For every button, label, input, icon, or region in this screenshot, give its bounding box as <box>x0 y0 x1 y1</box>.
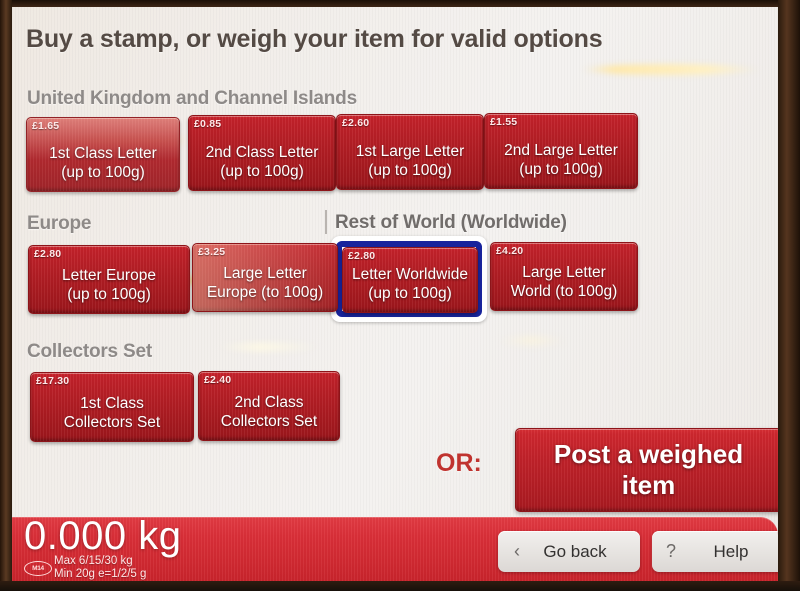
screen-glare-reflection <box>217 343 321 351</box>
stamp-label-line1: Letter Europe <box>62 267 156 284</box>
section-heading-europe: Europe <box>27 213 92 234</box>
scale-spec-max: Max 6/15/30 kg <box>54 555 133 567</box>
section-heading-rest-of-world: Rest of World (Worldwide) <box>335 212 567 233</box>
stamp-label-line2: (up to 100g) <box>368 285 452 302</box>
status-bar: 0.000 kg M14 Max 6/15/30 kg Min 20g e=1/… <box>12 517 778 581</box>
stamp-label-line2: (up to 100g) <box>368 162 452 179</box>
metrology-badge-icon: M14 <box>24 561 52 576</box>
post-a-weighed-item-button[interactable]: Post a weighed item <box>515 428 778 512</box>
stamp-label-line2: Collectors Set <box>63 414 161 431</box>
monitor-bezel-top <box>0 0 800 7</box>
section-divider <box>325 210 327 234</box>
go-back-button[interactable]: ‹ Go back <box>498 531 640 572</box>
stamp-price: £2.40 <box>204 374 232 386</box>
page-title: Buy a stamp, or weigh your item for vali… <box>26 25 603 53</box>
stamp-button-letter-worldwide[interactable]: £2.80 Letter Worldwide (up to 100g) <box>342 247 478 313</box>
scale-spec-min: Min 20g e=1/2/5 g <box>54 568 147 580</box>
stamp-label: 1st Class Letter (up to 100g) <box>27 144 179 182</box>
stamp-price: £2.80 <box>348 250 376 262</box>
stamp-label-line2: (up to 100g) <box>61 164 145 181</box>
scale-specification-text: Max 6/15/30 kg Min 20g e=1/2/5 g <box>54 555 146 581</box>
stamp-price: £1.55 <box>490 116 518 128</box>
stamp-label-line1: 2nd Large Letter <box>504 142 618 159</box>
stamp-label: 1st Large Letter (up to 100g) <box>337 142 483 180</box>
stamp-label-line2: (up to 100g) <box>220 163 304 180</box>
stamp-price: £0.85 <box>194 118 222 130</box>
post-weighed-item-label: Post a weighed item <box>516 429 778 511</box>
go-back-label: Go back <box>543 541 607 561</box>
stamp-button-large-letter-world[interactable]: £4.20 Large Letter World (to 100g) <box>490 242 638 311</box>
monitor-bezel-right <box>778 0 800 591</box>
stamp-label-line1: Letter Worldwide <box>351 266 468 283</box>
stamp-label-line2: (up to 100g) <box>67 286 151 303</box>
stamp-label-line1: 1st Large Letter <box>355 143 465 160</box>
screen-glare-reflection <box>497 337 567 344</box>
stamp-label-line2: (up to 100g) <box>519 161 603 178</box>
stamp-label-line2: World (to 100g) <box>510 283 618 300</box>
screen-glare-reflection <box>582 64 760 75</box>
stamp-label-line1: Large Letter <box>223 265 307 282</box>
post-weighed-line2: item <box>621 470 676 500</box>
stamp-label-line1: 1st Class Letter <box>49 145 157 162</box>
help-label: Help <box>713 541 749 561</box>
stamp-label: Large Letter Europe (to 100g) <box>193 264 337 302</box>
stamp-label: 1st Class Collectors Set <box>31 394 193 432</box>
kiosk-screen: Buy a stamp, or weigh your item for vali… <box>12 7 778 581</box>
stamp-price: £3.25 <box>198 246 226 258</box>
section-heading-collectors-set: Collectors Set <box>27 341 152 362</box>
stamp-button-2nd-class-collectors-set[interactable]: £2.40 2nd Class Collectors Set <box>198 371 340 441</box>
stamp-button-1st-large-letter[interactable]: £2.60 1st Large Letter (up to 100g) <box>336 114 484 190</box>
stamp-button-2nd-class-letter[interactable]: £0.85 2nd Class Letter (up to 100g) <box>188 115 336 191</box>
stamp-price: £2.60 <box>342 117 370 129</box>
stamp-button-1st-class-collectors-set[interactable]: £17.30 1st Class Collectors Set <box>30 372 194 442</box>
stamp-price: £1.65 <box>32 120 60 132</box>
stamp-label-line1: 2nd Class <box>234 394 304 411</box>
stamp-label: Letter Europe (up to 100g) <box>29 266 189 304</box>
stamp-label: Large Letter World (to 100g) <box>491 263 637 301</box>
stamp-label: 2nd Class Letter (up to 100g) <box>189 143 335 181</box>
chevron-left-icon: ‹ <box>514 541 520 561</box>
stamp-price: £2.80 <box>34 248 62 260</box>
stamp-button-1st-class-letter[interactable]: £1.65 1st Class Letter (up to 100g) <box>26 117 180 192</box>
stamp-price: £4.20 <box>496 245 524 257</box>
scale-weight-display: 0.000 kg <box>24 517 182 558</box>
stamp-label: Letter Worldwide (up to 100g) <box>343 265 477 303</box>
stamp-label: 2nd Class Collectors Set <box>199 393 339 431</box>
help-button[interactable]: ? Help <box>652 531 778 572</box>
stamp-label-line1: Large Letter <box>522 264 606 281</box>
section-heading-uk: United Kingdom and Channel Islands <box>27 88 357 109</box>
stamp-button-letter-europe[interactable]: £2.80 Letter Europe (up to 100g) <box>28 245 190 314</box>
kiosk-screen-frame: Buy a stamp, or weigh your item for vali… <box>0 0 800 591</box>
stamp-label-line2: Collectors Set <box>220 413 318 430</box>
stamp-label: 2nd Large Letter (up to 100g) <box>485 141 637 179</box>
question-mark-icon: ? <box>665 541 676 561</box>
post-weighed-line1: Post a weighed <box>553 439 744 469</box>
stamp-price: £17.30 <box>36 375 70 387</box>
stamp-label-line2: Europe (to 100g) <box>206 284 324 301</box>
or-label: OR: <box>436 449 482 477</box>
stamp-label-line1: 1st Class <box>80 395 144 412</box>
monitor-bezel-bottom <box>0 581 800 591</box>
stamp-button-2nd-large-letter[interactable]: £1.55 2nd Large Letter (up to 100g) <box>484 113 638 189</box>
monitor-bezel-left <box>0 0 12 591</box>
stamp-button-large-letter-europe[interactable]: £3.25 Large Letter Europe (to 100g) <box>192 243 338 312</box>
stamp-label-line1: 2nd Class Letter <box>205 144 319 161</box>
